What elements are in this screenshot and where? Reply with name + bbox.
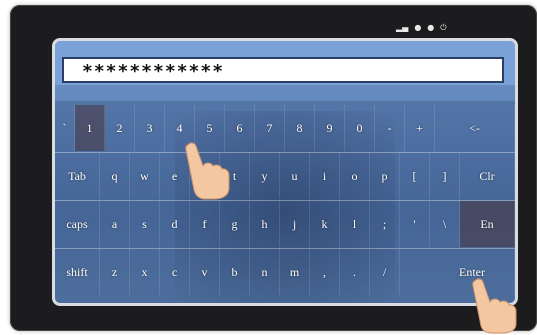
key-p[interactable]: p (370, 153, 400, 199)
key-0[interactable]: 0 (345, 105, 375, 151)
key-y[interactable]: y (250, 153, 280, 199)
on-screen-keyboard: `1234567890-+<- Tabqwertyuiop[]Clr capsa… (55, 101, 515, 303)
key-o[interactable]: o (340, 153, 370, 199)
touch-screen: ************ `1234567890-+<- Tabqwertyui… (52, 38, 518, 306)
pointing-hand-icon (472, 278, 517, 334)
key-b[interactable]: b (220, 249, 250, 295)
key-c[interactable]: c (160, 249, 190, 295)
key-l[interactable]: l (340, 201, 370, 247)
key-symbol[interactable]: ` (55, 105, 75, 151)
key-symbol[interactable]: ; (370, 201, 400, 247)
key-symbol[interactable]: [ (400, 153, 430, 199)
key-3[interactable]: 3 (135, 105, 165, 151)
status-indicators: ▂▄ ● ● ⏻ (396, 24, 447, 32)
key-symbol[interactable]: , (310, 249, 340, 295)
key-x[interactable]: x (130, 249, 160, 295)
key-s[interactable]: s (130, 201, 160, 247)
key-h[interactable]: h (250, 201, 280, 247)
key-9[interactable]: 9 (315, 105, 345, 151)
key-v[interactable]: v (190, 249, 220, 295)
dot-icon: ● (427, 23, 435, 32)
key-symbol[interactable]: <- (435, 105, 515, 151)
key-i[interactable]: i (310, 153, 340, 199)
key-8[interactable]: 8 (285, 105, 315, 151)
key-j[interactable]: j (280, 201, 310, 247)
key-caps[interactable]: caps (55, 201, 100, 247)
key-7[interactable]: 7 (255, 105, 285, 151)
key-2[interactable]: 2 (105, 105, 135, 151)
key-symbol[interactable]: . (340, 249, 370, 295)
key-d[interactable]: d (160, 201, 190, 247)
key-a[interactable]: a (100, 201, 130, 247)
key-symbol[interactable]: ] (430, 153, 460, 199)
pointing-hand-icon (185, 142, 230, 200)
key-w[interactable]: w (130, 153, 160, 199)
key-symbol[interactable]: + (405, 105, 435, 151)
key-clr[interactable]: Clr (460, 153, 515, 199)
dot-icon: ● (414, 23, 422, 32)
signal-icon: ▂▄ (396, 23, 409, 32)
key-n[interactable]: n (250, 249, 280, 295)
key-k[interactable]: k (310, 201, 340, 247)
power-icon[interactable]: ⏻ (440, 24, 446, 32)
key-symbol[interactable]: / (370, 249, 400, 295)
password-input[interactable]: ************ (62, 57, 504, 83)
key-1[interactable]: 1 (75, 105, 105, 151)
key-shift[interactable]: shift (55, 249, 100, 295)
key-symbol[interactable]: - (375, 105, 405, 151)
key-g[interactable]: g (220, 201, 250, 247)
key-tab[interactable]: Tab (55, 153, 100, 199)
key-en[interactable]: En (460, 201, 515, 247)
key-q[interactable]: q (100, 153, 130, 199)
key-u[interactable]: u (280, 153, 310, 199)
key-f[interactable]: f (190, 201, 220, 247)
key-z[interactable]: z (100, 249, 130, 295)
key-symbol[interactable]: ' (400, 201, 430, 247)
key-m[interactable]: m (280, 249, 310, 295)
key-symbol[interactable]: \ (430, 201, 460, 247)
